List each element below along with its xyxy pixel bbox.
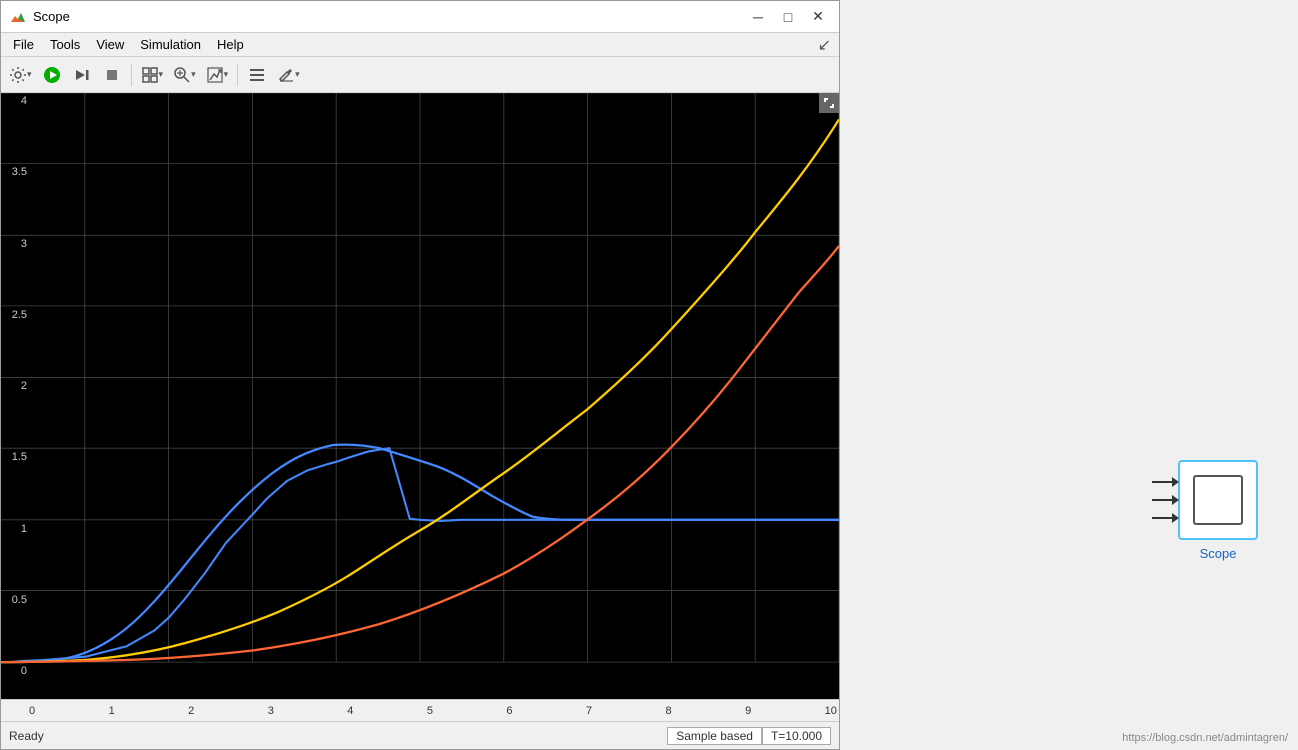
scope-block-label: Scope [1200,546,1237,561]
time-label: T=10.000 [762,727,831,745]
watermark: https://blog.csdn.net/admintagren/ [1122,732,1288,744]
scope-plot: 0 0.5 1 1.5 2 2.5 3 3.5 4 [1,93,839,699]
step-forward-icon [73,66,91,84]
autoscale-icon [206,66,224,84]
y-axis-labels: 4 3.5 3 2.5 2 1.5 1 0.5 0 [1,93,29,679]
legend-icon [248,66,266,84]
toolbar-separator-1 [131,64,132,86]
scope-block[interactable]: Scope [1178,460,1258,561]
menu-view[interactable]: View [88,35,132,54]
toolbar: ▾ [1,57,839,93]
menu-bar: File Tools View Simulation Help ↙ [1,33,839,57]
arrow-head-2 [1172,495,1179,505]
zoom-button[interactable]: ▾ [169,61,200,89]
arrow-line-3 [1152,517,1172,519]
plot-area[interactable]: 0 0.5 1 1.5 2 2.5 3 3.5 4 4 [1,93,839,699]
scope-screen-icon [1193,475,1243,525]
y-label-2: 2 [1,380,27,392]
zoom-dropdown-arrow: ▾ [191,69,196,80]
arrow-2 [1152,495,1179,505]
y-label-1: 1 [1,523,27,535]
menu-help[interactable]: Help [209,35,252,54]
scope-block-body[interactable] [1178,460,1258,540]
y-label-25: 2.5 [1,309,27,321]
run-icon [43,66,61,84]
y-label-0: 0 [1,665,27,677]
arrow-head-3 [1172,513,1179,523]
menu-corner: ↙ [818,35,835,55]
status-right: Sample based T=10.000 [667,727,831,745]
expand-icon [822,96,836,110]
sample-based-label: Sample based [667,727,762,745]
y-label-05: 0.5 [1,594,27,606]
autoscale-dropdown-arrow: ▾ [224,69,229,80]
stop-button[interactable] [98,61,126,89]
scope-window: Scope ─ □ ✕ File Tools View Simulation H… [0,0,840,750]
x-label-8: 8 [666,705,672,717]
expand-button[interactable] [819,93,839,113]
status-ready-label: Ready [9,729,667,743]
x-label-4: 4 [347,705,353,717]
x-label-6: 6 [506,705,512,717]
settings-button[interactable]: ▾ [5,61,36,89]
matlab-icon [9,8,27,26]
x-label-7: 7 [586,705,592,717]
autoscale-button[interactable]: ▾ [202,61,233,89]
menu-simulation[interactable]: Simulation [132,35,209,54]
x-label-9: 9 [745,705,751,717]
x-label-10: 10 [825,705,837,717]
maximize-button[interactable]: □ [775,6,801,28]
window-title: Scope [33,9,745,24]
layout-button[interactable]: ▾ [137,61,168,89]
toolbar-separator-2 [237,64,238,86]
gear-icon [9,66,27,84]
edit-dropdown-arrow: ▾ [295,69,300,80]
arrow-3 [1152,513,1179,523]
menu-tools[interactable]: Tools [42,35,88,54]
title-bar: Scope ─ □ ✕ [1,1,839,33]
x-label-2: 2 [188,705,194,717]
close-button[interactable]: ✕ [805,6,831,28]
x-axis-row: 0 1 2 3 4 5 6 7 8 9 10 [1,699,839,721]
settings-dropdown-arrow: ▾ [27,69,32,80]
layout-dropdown-arrow: ▾ [159,69,164,80]
stop-icon [103,66,121,84]
status-bar: Ready Sample based T=10.000 [1,721,839,749]
edit-button[interactable]: ▾ [273,61,304,89]
scope-input-arrows [1152,477,1179,523]
arrow-1 [1152,477,1179,487]
x-label-1: 1 [109,705,115,717]
x-label-0: 0 [29,705,35,717]
x-label-3: 3 [268,705,274,717]
menu-file[interactable]: File [5,35,42,54]
window-controls: ─ □ ✕ [745,6,831,28]
y-label-4: 4 [1,95,27,107]
legend-button[interactable] [243,61,271,89]
y-label-15: 1.5 [1,451,27,463]
edit-icon [277,66,295,84]
layout-icon [141,66,159,84]
y-label-35: 3.5 [1,166,27,178]
arrow-head-1 [1172,477,1179,487]
run-button[interactable] [38,61,66,89]
x-axis-labels: 0 1 2 3 4 5 6 7 8 9 10 [29,705,839,717]
arrow-line-2 [1152,499,1172,501]
minimize-button[interactable]: ─ [745,6,771,28]
step-forward-button[interactable] [68,61,96,89]
x-label-5: 5 [427,705,433,717]
arrow-line-1 [1152,481,1172,483]
y-label-3: 3 [1,238,27,250]
zoom-icon [173,66,191,84]
